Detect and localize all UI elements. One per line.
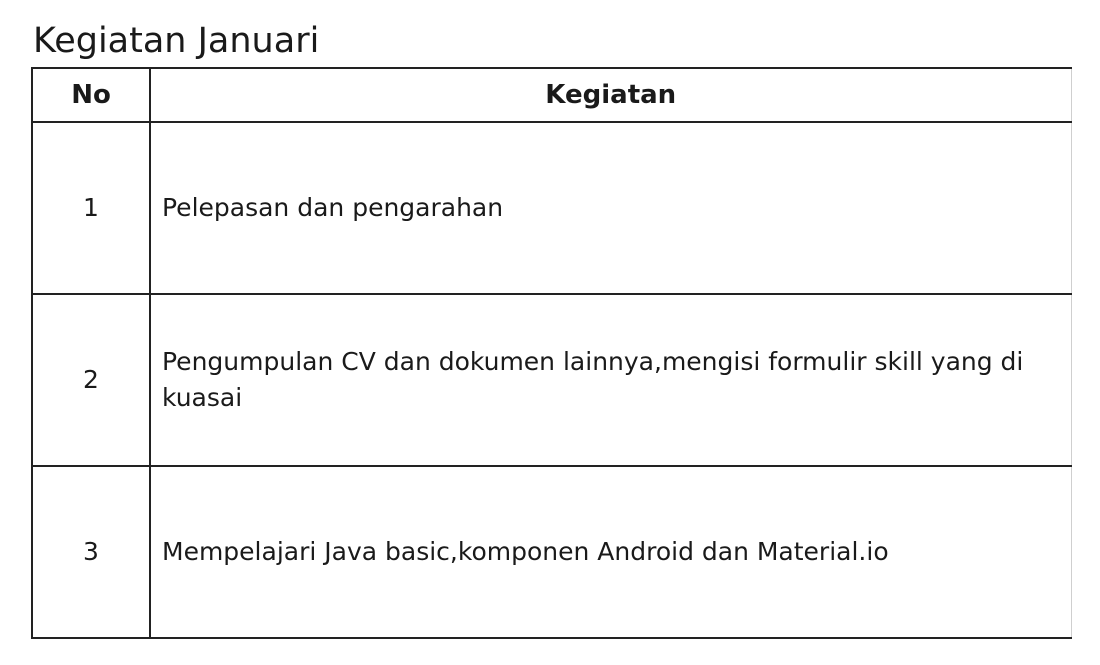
table-row: 1 Pelepasan dan pengarahan: [31, 121, 1072, 295]
header-row: No Kegiatan: [31, 67, 1072, 123]
page-title: Kegiatan Januari: [33, 21, 320, 61]
cell-kegiatan: Pengumpulan CV dan dokumen lainnya,mengi…: [149, 293, 1072, 467]
table-header: No Kegiatan: [31, 67, 1072, 123]
cell-kegiatan: Pelepasan dan pengarahan: [149, 121, 1072, 295]
table-row: 2 Pengumpulan CV dan dokumen lainnya,men…: [31, 293, 1072, 467]
cell-no: 2: [31, 293, 151, 467]
cell-kegiatan: Mempelajari Java basic,komponen Android …: [149, 465, 1072, 639]
header-no: No: [31, 67, 151, 123]
cell-no: 3: [31, 465, 151, 639]
table-body: 1 Pelepasan dan pengarahan 2 Pengumpulan…: [31, 121, 1072, 639]
activity-table: No Kegiatan 1 Pelepasan dan pengarahan 2…: [31, 67, 1072, 639]
header-kegiatan: Kegiatan: [149, 67, 1072, 123]
table-row: 3 Mempelajari Java basic,komponen Androi…: [31, 465, 1072, 639]
cell-no: 1: [31, 121, 151, 295]
